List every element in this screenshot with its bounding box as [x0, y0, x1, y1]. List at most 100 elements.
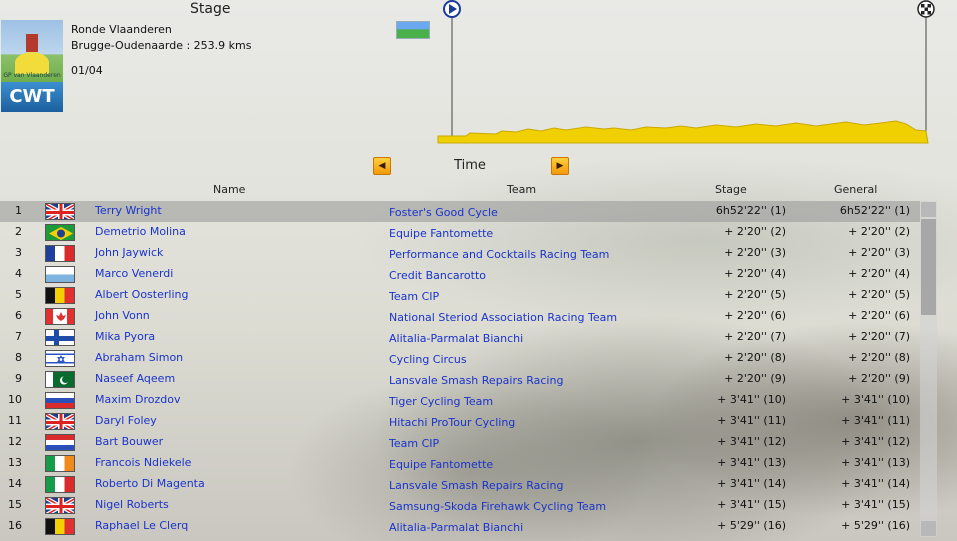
rider-position: 15 — [8, 498, 22, 511]
country-flag-icon — [45, 287, 75, 304]
stage-time: + 2'20'' (8) — [724, 351, 786, 364]
table-row[interactable]: 4 Marco Venerdi Credit Bancarotto + 2'20'' … — [0, 264, 920, 285]
table-row[interactable]: 12 Bart Bouwer Team CIP + 3'41'' (12) + 3'41… — [0, 432, 920, 453]
team-name-link[interactable]: Equipe Fantomette — [389, 458, 493, 471]
rider-name-link[interactable]: Raphael Le Clerq — [95, 519, 188, 532]
team-name-link[interactable]: Hitachi ProTour Cycling — [389, 416, 515, 429]
table-row[interactable]: 13 Francois Ndiekele Equipe Fantomette + 3'… — [0, 453, 920, 474]
country-flag-icon — [45, 392, 75, 409]
rider-name-link[interactable]: John Vonn — [95, 309, 150, 322]
logo-text: GP van Vlaanderen — [3, 72, 61, 79]
race-date: 01/04 — [71, 64, 103, 77]
rider-name-link[interactable]: Terry Wright — [95, 204, 162, 217]
sort-next-button[interactable]: ▶ — [551, 157, 569, 175]
team-name-link[interactable]: Alitalia-Parmalat Bianchi — [389, 332, 523, 345]
rider-name-link[interactable]: Abraham Simon — [95, 351, 183, 364]
rider-position: 6 — [15, 309, 22, 322]
scroll-down-button[interactable] — [921, 521, 936, 536]
race-route: Brugge-Oudenaarde : 253.9 kms — [71, 39, 252, 52]
general-time: + 2'20'' (5) — [848, 288, 910, 301]
stage-time: + 3'41'' (12) — [717, 435, 786, 448]
checkered-flag-icon — [917, 0, 935, 18]
table-row[interactable]: 1 Terry Wright Foster's Good Cycle 6h52'22'… — [0, 201, 920, 222]
table-row[interactable]: 16 Raphael Le Clerq Alitalia-Parmalat Bian… — [0, 516, 920, 537]
column-header-team[interactable]: Team — [507, 183, 536, 196]
general-time: + 2'20'' (2) — [848, 225, 910, 238]
stage-time: + 2'20'' (5) — [724, 288, 786, 301]
table-row[interactable]: 9 Naseef Aqeem Lansvale Smash Repairs Raci… — [0, 369, 920, 390]
team-name-link[interactable]: National Steriod Association Racing Team — [389, 311, 617, 324]
rider-name-link[interactable]: Daryl Foley — [95, 414, 157, 427]
team-name-link[interactable]: Foster's Good Cycle — [389, 206, 498, 219]
rider-name-link[interactable]: Naseef Aqeem — [95, 372, 175, 385]
rider-position: 5 — [15, 288, 22, 301]
stage-time: + 2'20'' (7) — [724, 330, 786, 343]
column-header-general[interactable]: General — [834, 183, 877, 196]
rider-name-link[interactable]: Bart Bouwer — [95, 435, 163, 448]
country-flag-icon — [45, 476, 75, 493]
rider-name-link[interactable]: Roberto Di Magenta — [95, 477, 205, 490]
table-row[interactable]: 3 John Jaywick Performance and Cocktails R… — [0, 243, 920, 264]
general-time: + 3'41'' (15) — [841, 498, 910, 511]
stage-time: 6h52'22'' (1) — [715, 204, 786, 217]
rider-name-link[interactable]: Marco Venerdi — [95, 267, 173, 280]
table-row[interactable]: 14 Roberto Di Magenta Lansvale Smash Repai… — [0, 474, 920, 495]
general-time: + 2'20'' (7) — [848, 330, 910, 343]
stage-header: GP van Vlaanderen CWT Stage Ronde Vlaand… — [0, 0, 957, 150]
rider-position: 11 — [8, 414, 22, 427]
rider-position: 13 — [8, 456, 22, 469]
sort-prev-button[interactable]: ◀ — [373, 157, 391, 175]
rider-name-link[interactable]: Demetrio Molina — [95, 225, 186, 238]
rider-position: 4 — [15, 267, 22, 280]
stage-time: + 3'41'' (13) — [717, 456, 786, 469]
scroll-up-button[interactable] — [921, 202, 936, 217]
country-flag-icon — [45, 329, 75, 346]
stage-time: + 2'20'' (3) — [724, 246, 786, 259]
country-flag-icon — [45, 455, 75, 472]
rider-name-link[interactable]: Albert Oosterling — [95, 288, 188, 301]
sort-selector: ◀ Time ▶ — [373, 157, 569, 175]
team-name-link[interactable]: Alitalia-Parmalat Bianchi — [389, 521, 523, 534]
table-row[interactable]: 5 Albert Oosterling Team CIP + 2'20'' (5) + … — [0, 285, 920, 306]
general-time: + 3'41'' (14) — [841, 477, 910, 490]
rider-position: 1 — [15, 204, 22, 217]
team-name-link[interactable]: Tiger Cycling Team — [389, 395, 493, 408]
team-name-link[interactable]: Equipe Fantomette — [389, 227, 493, 240]
table-row[interactable]: 8 Abraham Simon Cycling Circus + 2'20'' (8)… — [0, 348, 920, 369]
rider-name-link[interactable]: Maxim Drozdov — [95, 393, 181, 406]
column-header-stage[interactable]: Stage — [715, 183, 747, 196]
stage-profile-elevation — [437, 120, 929, 144]
general-time: + 2'20'' (9) — [848, 372, 910, 385]
general-time: + 2'20'' (4) — [848, 267, 910, 280]
team-name-link[interactable]: Lansvale Smash Repairs Racing — [389, 374, 563, 387]
race-name: Ronde Vlaanderen — [71, 23, 172, 36]
scrollbar[interactable] — [920, 201, 937, 537]
team-name-link[interactable]: Credit Bancarotto — [389, 269, 486, 282]
rider-position: 7 — [15, 330, 22, 343]
stage-time: + 2'20'' (6) — [724, 309, 786, 322]
table-row[interactable]: 11 Daryl Foley Hitachi ProTour Cycling + 3'… — [0, 411, 920, 432]
team-name-link[interactable]: Samsung-Skoda Firehawk Cycling Team — [389, 500, 606, 513]
rider-name-link[interactable]: Francois Ndiekele — [95, 456, 191, 469]
stage-time: + 3'41'' (11) — [717, 414, 786, 427]
flat-terrain-icon — [396, 21, 430, 39]
table-row[interactable]: 15 Nigel Roberts Samsung-Skoda Firehawk Cy… — [0, 495, 920, 516]
general-time: + 2'20'' (8) — [848, 351, 910, 364]
team-name-link[interactable]: Team CIP — [389, 437, 439, 450]
table-row[interactable]: 10 Maxim Drozdov Tiger Cycling Team + 3'41'… — [0, 390, 920, 411]
table-row[interactable]: 2 Demetrio Molina Equipe Fantomette + 2'20'… — [0, 222, 920, 243]
column-header-name[interactable]: Name — [213, 183, 245, 196]
team-name-link[interactable]: Cycling Circus — [389, 353, 467, 366]
page-title: Stage — [190, 1, 231, 17]
scrollbar-thumb[interactable] — [921, 219, 936, 315]
team-name-link[interactable]: Lansvale Smash Repairs Racing — [389, 479, 563, 492]
team-name-link[interactable]: Performance and Cocktails Racing Team — [389, 248, 609, 261]
team-name-link[interactable]: Team CIP — [389, 290, 439, 303]
table-row[interactable]: 7 Mika Pyora Alitalia-Parmalat Bianchi + 2'… — [0, 327, 920, 348]
rider-name-link[interactable]: Mika Pyora — [95, 330, 155, 343]
stage-time: + 3'41'' (14) — [717, 477, 786, 490]
rider-name-link[interactable]: Nigel Roberts — [95, 498, 169, 511]
rider-name-link[interactable]: John Jaywick — [95, 246, 163, 259]
stage-time: + 3'41'' (15) — [717, 498, 786, 511]
table-row[interactable]: 6 John Vonn National Steriod Association R… — [0, 306, 920, 327]
